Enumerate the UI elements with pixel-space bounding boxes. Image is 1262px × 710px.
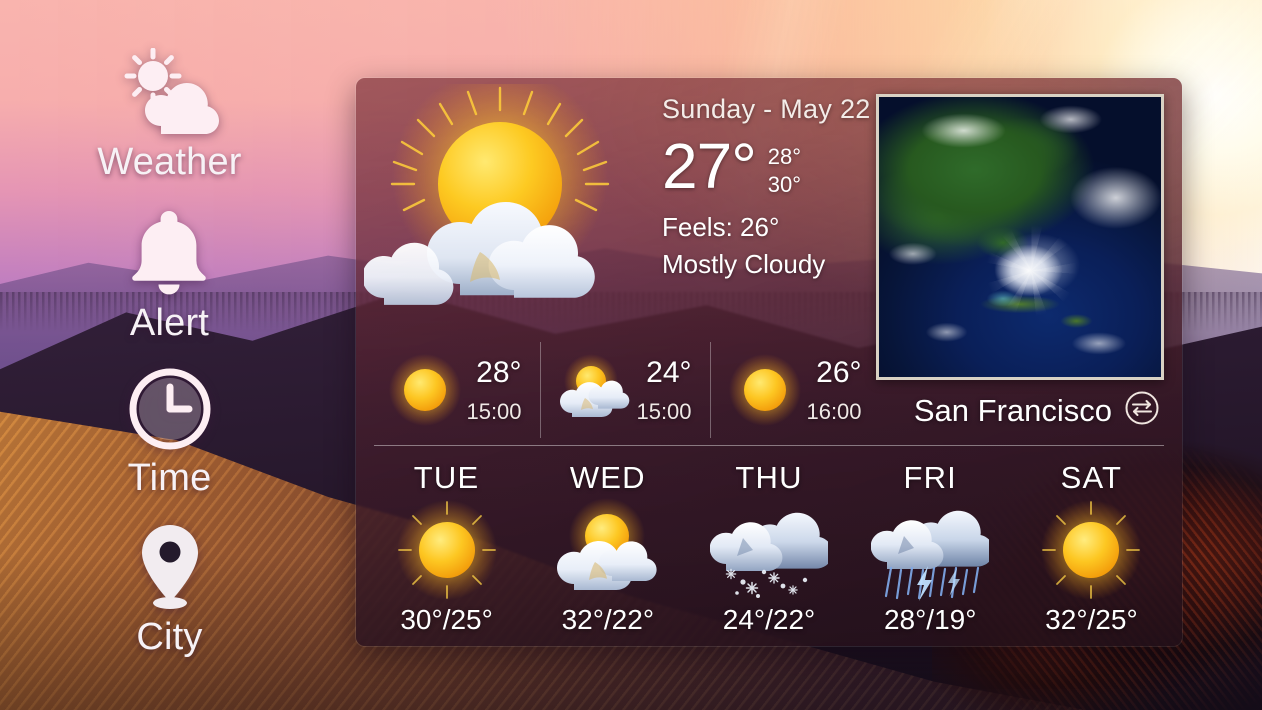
sidebar-item-time[interactable]: Time	[128, 368, 212, 499]
hourly-temp: 24°	[646, 355, 692, 389]
daily-item[interactable]: FRI 28°/19°	[850, 456, 1011, 646]
temperature-high: 28°	[767, 144, 802, 169]
current-readout: Sunday - May 22 27° 28° 30° Feels: 26° M…	[662, 94, 871, 280]
location-pin-icon	[134, 523, 206, 614]
sidebar: Weather Alert Time City	[62, 47, 277, 658]
unit-swap-icon[interactable]	[1124, 390, 1160, 431]
hourly-text: 28° 15:00	[466, 355, 522, 424]
weather-widget-panel[interactable]: Sunday - May 22 27° 28° 30° Feels: 26° M…	[356, 78, 1182, 646]
bell-icon	[130, 207, 208, 300]
sidebar-item-label: Weather	[97, 141, 242, 183]
daily-day-label: THU	[735, 460, 803, 495]
sidebar-item-weather[interactable]: Weather	[97, 47, 242, 183]
satellite-map[interactable]	[876, 94, 1164, 380]
daily-temps: 28°/19°	[883, 604, 977, 635]
daily-temps: 32°/25°	[1045, 604, 1138, 635]
hourly-item[interactable]: 24° 15:00	[540, 336, 710, 444]
map-hurricane-swirl	[879, 97, 1161, 377]
hourly-time: 16:00	[806, 398, 862, 424]
daily-item[interactable]: TUE 30°/25°	[366, 456, 527, 646]
high-low-block: 28° 30°	[768, 137, 801, 198]
daily-day-label: FRI	[903, 460, 957, 495]
sun-icon	[388, 498, 506, 602]
current-temperature: 27°	[662, 130, 757, 202]
temperature-low: 30°	[767, 171, 802, 197]
app-screen: Weather Alert Time City Sunday - May 22 …	[0, 0, 1262, 710]
sidebar-item-city[interactable]: City	[134, 523, 206, 658]
current-conditions: Sunday - May 22 27° 28° 30° Feels: 26° M…	[356, 78, 1182, 380]
temperature-block: 27° 28° 30°	[662, 130, 871, 202]
clock-icon	[129, 368, 211, 455]
sun-behind-cloud-icon	[558, 353, 632, 427]
hourly-forecast: 28° 15:00 24° 15:00 26° 16:00	[370, 336, 880, 444]
sidebar-item-alert[interactable]: Alert	[130, 207, 209, 344]
daily-day-label: SAT	[1060, 460, 1123, 495]
city-selector[interactable]: San Francisco	[914, 390, 1160, 431]
hourly-temp: 28°	[476, 355, 522, 389]
daily-day-label: WED	[569, 460, 646, 495]
hourly-time: 15:00	[466, 398, 522, 424]
hourly-item[interactable]: 26° 16:00	[710, 336, 880, 444]
hourly-text: 26° 16:00	[806, 355, 862, 424]
sun-icon	[1032, 498, 1150, 602]
current-date: Sunday - May 22	[662, 94, 871, 124]
city-name: San Francisco	[913, 392, 1112, 428]
sidebar-item-label: City	[136, 615, 203, 658]
hourly-temp: 26°	[816, 355, 862, 389]
section-divider	[374, 445, 1164, 446]
sun-cloud-icon	[115, 47, 223, 139]
daily-item[interactable]: THU 24°/22°	[688, 456, 849, 646]
sun-icon	[728, 353, 802, 427]
hourly-text: 24° 15:00	[636, 355, 692, 424]
daily-temps: 24°/22°	[722, 604, 816, 635]
feels-like: Feels: 26°	[662, 212, 780, 242]
thunderstorm-icon	[870, 498, 995, 602]
snow-icon	[709, 498, 833, 602]
condition-text: Mostly Cloudy	[662, 249, 826, 279]
sun-icon	[388, 353, 462, 427]
hourly-time: 15:00	[636, 398, 692, 424]
sun-behind-cloud-icon	[362, 78, 656, 322]
daily-day-label: TUE	[413, 460, 480, 495]
daily-temps: 32°/22°	[561, 604, 655, 635]
daily-temps: 30°/25°	[400, 604, 493, 635]
daily-forecast: TUE 30°/25° WED 32°/22° THU 24°/22° FRI …	[366, 456, 1172, 646]
daily-item[interactable]: SAT 32°/25°	[1011, 456, 1172, 646]
hourly-item[interactable]: 28° 15:00	[370, 336, 540, 444]
sidebar-item-label: Alert	[129, 301, 210, 344]
sun-behind-cloud-icon	[549, 498, 667, 602]
sidebar-item-label: Time	[127, 456, 212, 499]
daily-item[interactable]: WED 32°/22°	[527, 456, 688, 646]
